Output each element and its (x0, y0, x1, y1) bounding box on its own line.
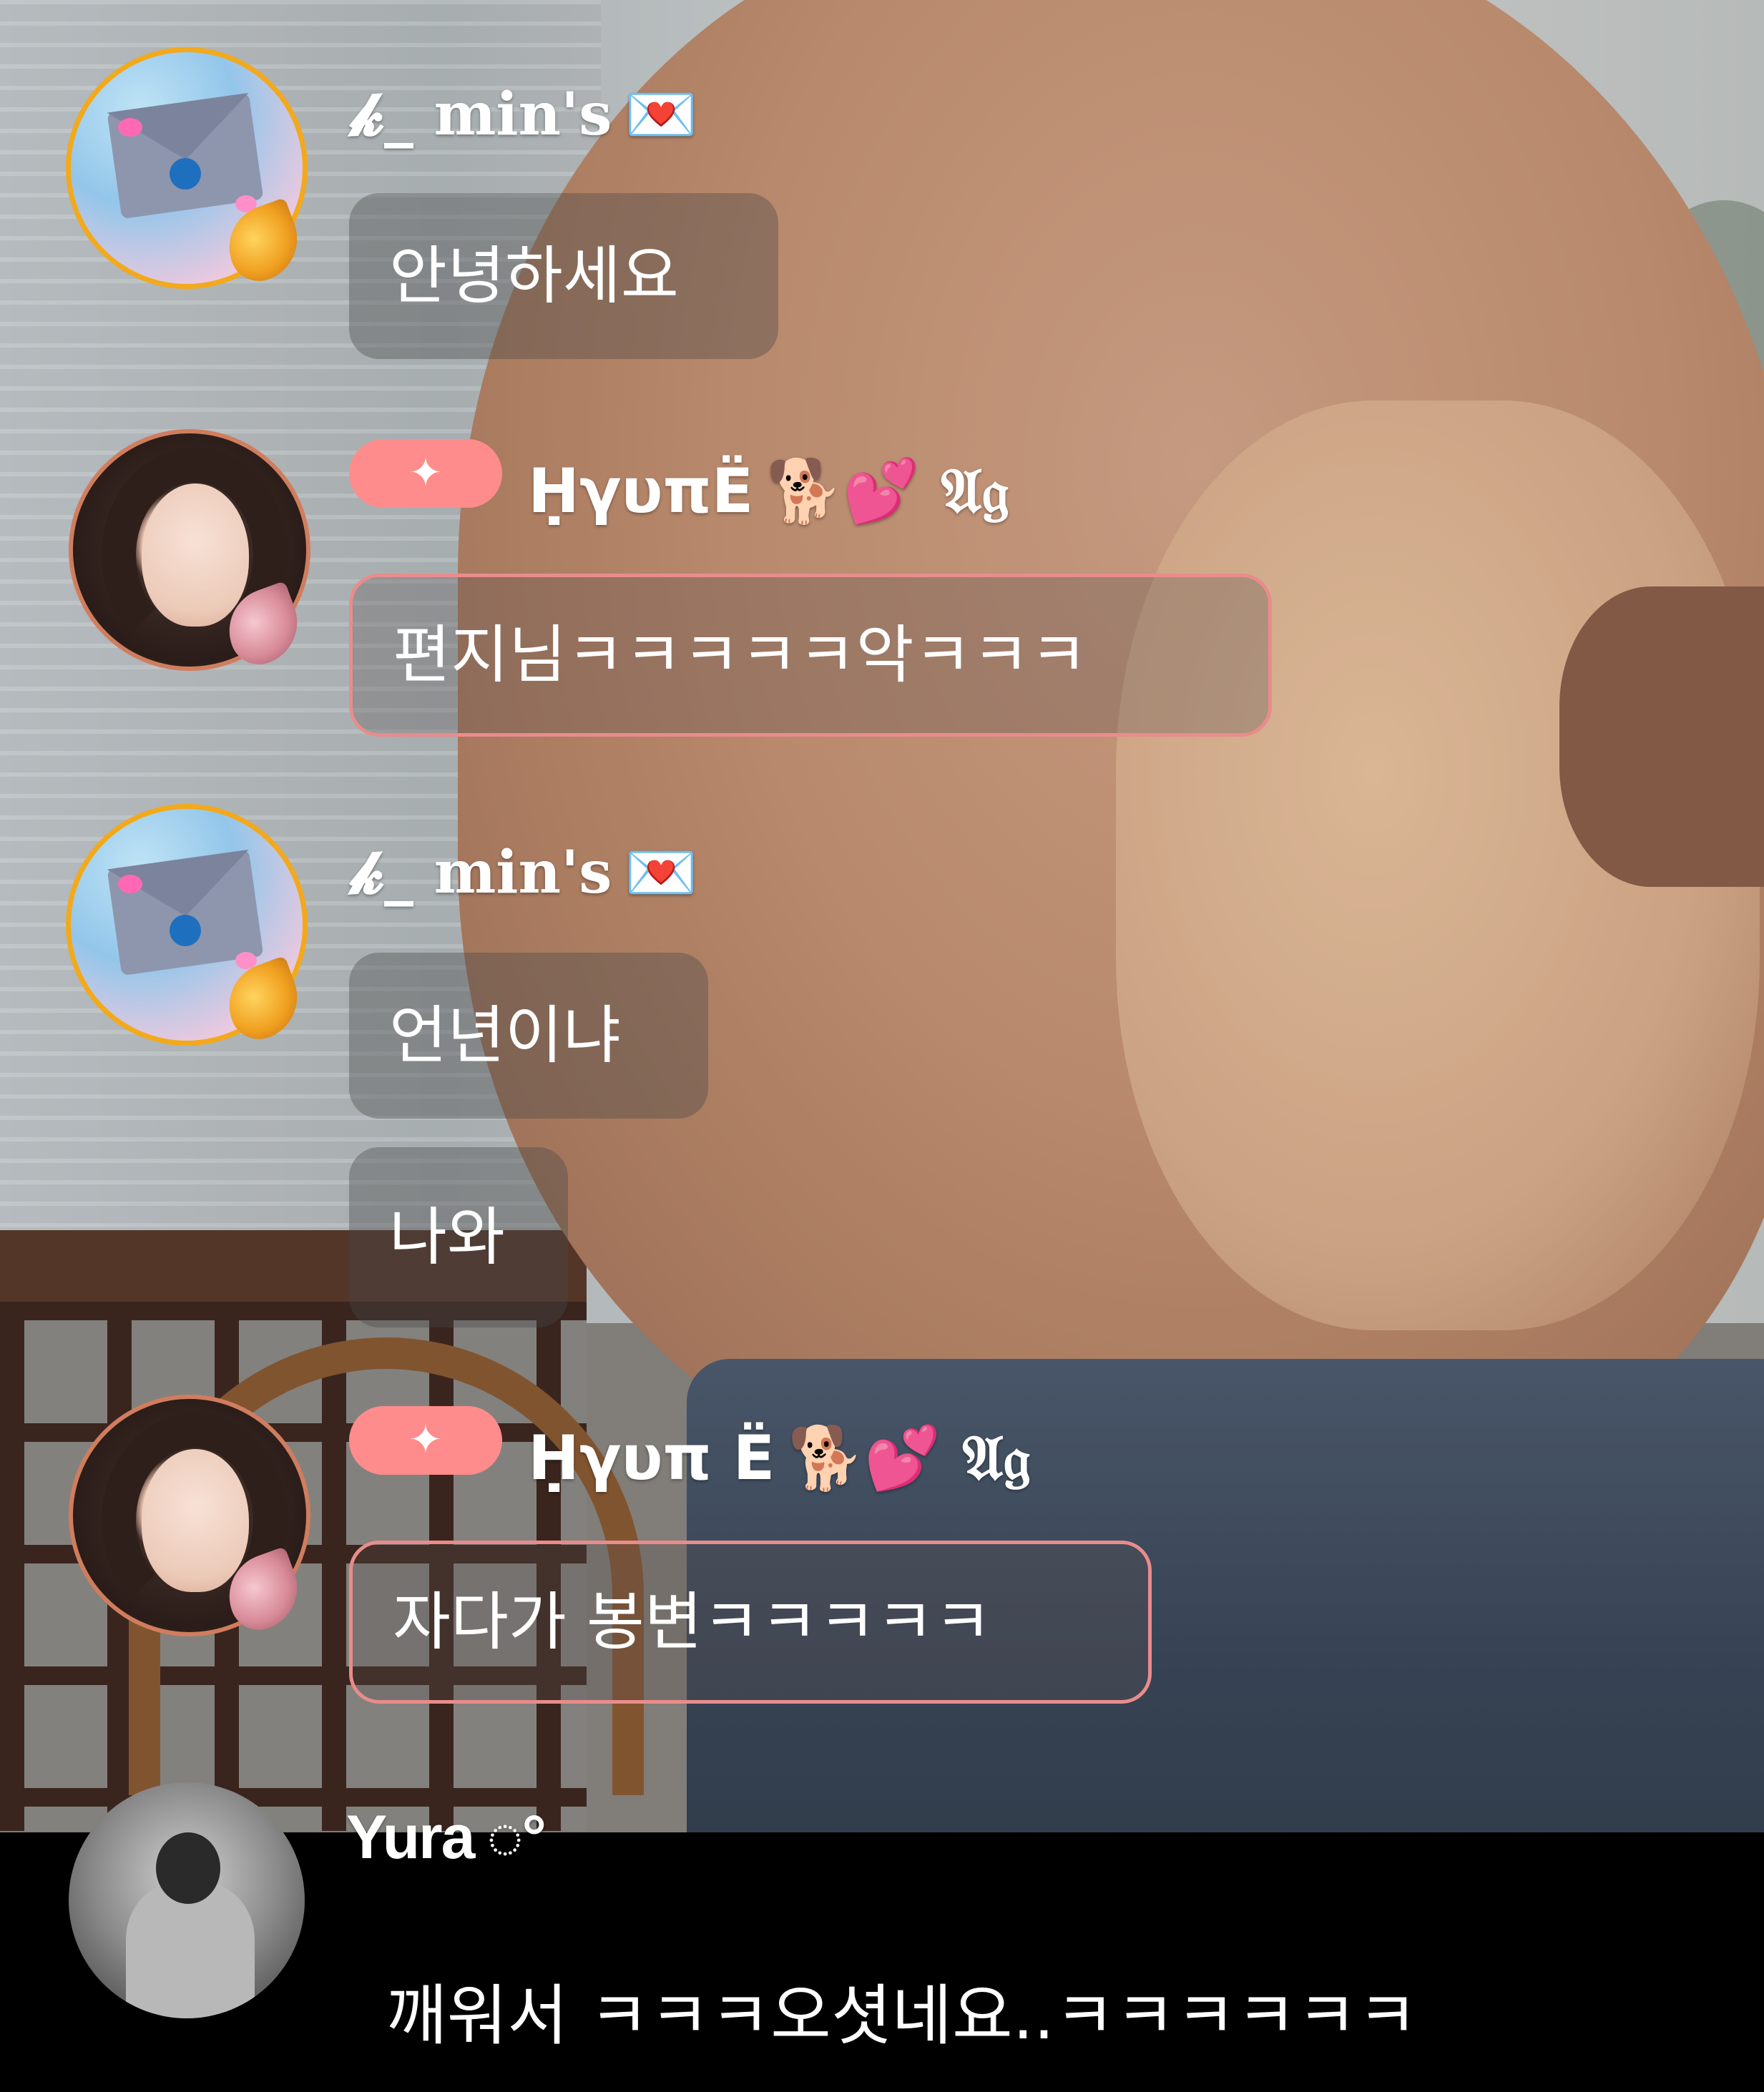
username[interactable]: 𝓴_ min's 💌 (349, 838, 698, 908)
username-text: 𝓴_ min's (349, 838, 612, 907)
avatar[interactable] (69, 1782, 305, 2018)
chat-bubble: 자다가 봉변ㅋㅋㅋㅋㅋ (349, 1541, 1152, 1704)
username[interactable]: ḤγυπЁ 🐕💕 𝔄𝔤 (528, 455, 1009, 529)
message-text: 편지님ㅋㅋㅋㅋㅋ악ㅋㅋㅋ (393, 618, 1088, 692)
sparkle-icon: ✦ (408, 1417, 443, 1463)
username[interactable]: Yura ◌° (346, 1802, 547, 1873)
heart-icon (118, 118, 142, 137)
sparkle-badge: ✦ (349, 439, 502, 508)
seal-icon (170, 915, 201, 946)
message-text: 깨워서 ㅋㅋㅋ오셧네요..ㅋㅋㅋㅋㅋㅋ (386, 1978, 1418, 2054)
chat-bubble: 나와 (349, 1147, 568, 1327)
username[interactable]: Ḥγυπ Ё 🐕💕 𝔄𝔤 (528, 1422, 1031, 1496)
username-text: Ḥγυπ Ё (528, 1423, 775, 1494)
dog-heart-icon: 🐕💕 𝔄𝔤 (766, 456, 1009, 527)
chat-bubble: 언년이냐 (349, 953, 708, 1119)
username[interactable]: 𝓴_ min's 💌 (349, 80, 698, 149)
message-text: 자다가 봉변ㅋㅋㅋㅋㅋ (393, 1585, 992, 1659)
username-text: Yura (346, 1803, 475, 1872)
username-text: 𝓴_ min's (349, 80, 612, 149)
background-video (0, 0, 1764, 2092)
avatar-face (142, 1449, 249, 1592)
sparkle-icon: ✦ (408, 450, 443, 496)
background-dim (0, 0, 1764, 2092)
seal-icon (170, 158, 201, 190)
chat-bubble: 안녕하세요 (349, 193, 778, 359)
dog-heart-icon: 🐕💕 𝔄𝔤 (788, 1423, 1031, 1494)
username-text: ḤγυπЁ (528, 456, 754, 527)
message-text: 언년이냐 (389, 998, 621, 1072)
heart-icon (118, 875, 142, 893)
chat-bubble: 편지님ㅋㅋㅋㅋㅋ악ㅋㅋㅋ (349, 574, 1272, 737)
message-text: 나와 (389, 1200, 505, 1274)
sparkle-badge: ✦ (349, 1406, 502, 1475)
letter-icon: 💌 (624, 838, 698, 907)
avatar-head (156, 1832, 220, 1904)
username-suffix: ◌° (486, 1803, 546, 1872)
avatar-face (142, 483, 249, 627)
letter-icon: 💌 (624, 80, 698, 149)
message-text: 안녕하세요 (389, 239, 679, 313)
